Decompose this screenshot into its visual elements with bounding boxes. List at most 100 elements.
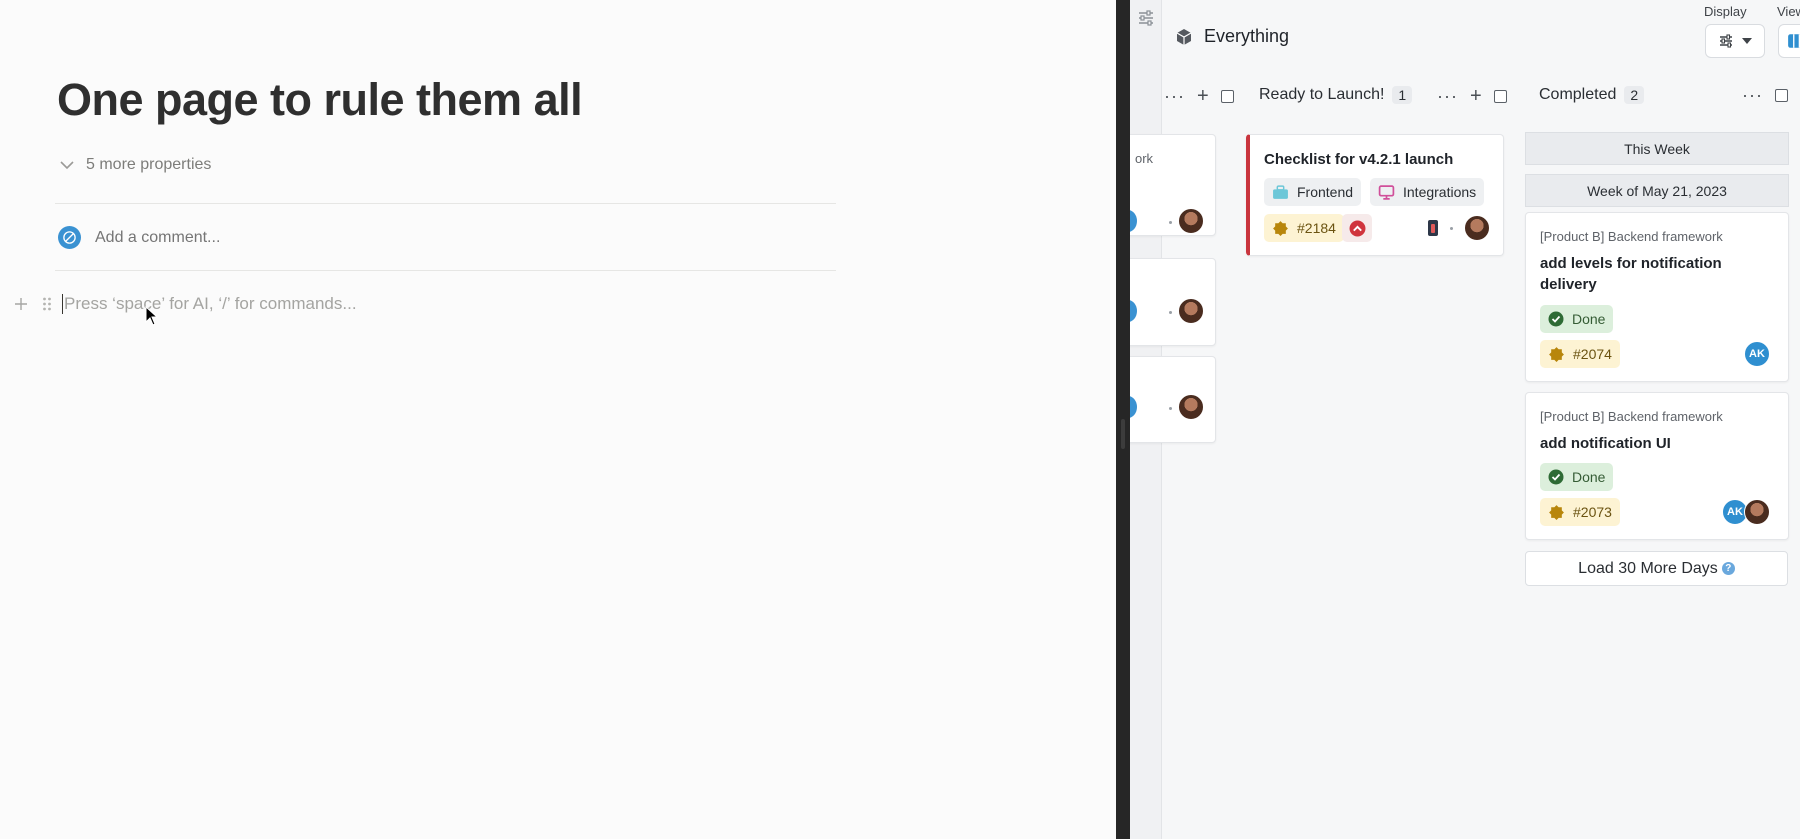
avatar (1464, 215, 1490, 241)
board-title: Everything (1174, 26, 1289, 47)
priority-badge[interactable] (1342, 214, 1372, 242)
issue-number: #2074 (1573, 346, 1612, 362)
completed-column-actions: ··· (1742, 86, 1788, 104)
display-button[interactable] (1705, 24, 1765, 58)
avatar (1744, 499, 1770, 525)
issue-number: #2073 (1573, 504, 1612, 520)
card-project: [Product B] Backend framework (1540, 229, 1723, 244)
avatar: AK (1744, 341, 1770, 367)
board-panel: Everything Display View ··· + Ready to L… (1130, 0, 1800, 839)
sliders-icon (1720, 34, 1732, 48)
status-badge[interactable]: Done (1540, 305, 1614, 333)
resize-handle[interactable] (1121, 419, 1125, 449)
add-block-icon[interactable] (10, 292, 32, 316)
card-title: add notification UI (1540, 435, 1671, 452)
chevron-down-icon (60, 161, 74, 170)
group-header-this-week[interactable]: This Week (1525, 132, 1789, 165)
avatar (58, 226, 81, 249)
tag-label: Frontend (1297, 184, 1354, 200)
more-icon[interactable]: ··· (1742, 86, 1763, 104)
card-notification-ui[interactable]: [Product B] Backend framework add notifi… (1525, 392, 1789, 540)
view-button[interactable] (1778, 24, 1800, 58)
drag-handle-icon[interactable] (38, 292, 56, 316)
load-more-button[interactable]: Load 30 More Days ? (1525, 551, 1788, 586)
check-circle-icon (1548, 311, 1564, 327)
column-count: 2 (1624, 86, 1645, 104)
avatar (1130, 300, 1137, 322)
issue-badge[interactable]: #2184 (1264, 214, 1344, 242)
partial-card[interactable] (1130, 258, 1216, 346)
tag-frontend[interactable]: Frontend (1264, 178, 1362, 206)
divider (55, 203, 836, 204)
page-editor: One page to rule them all 5 more propert… (0, 0, 1116, 839)
board-title-text: Everything (1204, 26, 1290, 46)
separator-dot (1169, 221, 1172, 224)
device-icon (1428, 220, 1438, 236)
more-icon[interactable]: ··· (1437, 87, 1458, 105)
display-label: Display (1704, 4, 1747, 19)
user-avatar-icon (63, 231, 76, 244)
column-count: 1 (1392, 86, 1413, 104)
more-properties-toggle[interactable]: 5 more properties (58, 156, 211, 174)
help-icon[interactable]: ? (1721, 562, 1735, 575)
empty-block: Press ‘space’ for AI, ‘/’ for commands..… (10, 292, 357, 316)
tag-integrations[interactable]: Integrations (1370, 178, 1485, 206)
view-label: View (1777, 4, 1800, 19)
caret-down-icon (1742, 38, 1752, 44)
avatar (1130, 210, 1137, 232)
page-title[interactable]: One page to rule them all (57, 74, 583, 126)
tag-label: Integrations (1403, 184, 1477, 200)
column-header-ready: Ready to Launch! 1 (1259, 86, 1413, 104)
avatar (1178, 208, 1204, 234)
card-title: add levels for notification delivery (1540, 255, 1722, 293)
issue-badge[interactable]: #2073 (1540, 498, 1620, 526)
block-input[interactable]: Press ‘space’ for AI, ‘/’ for commands..… (62, 294, 357, 314)
separator-dot (1169, 311, 1172, 314)
column-title: Completed (1539, 86, 1617, 103)
select-column-checkbox[interactable] (1774, 88, 1788, 102)
card-fragment-text: ork (1135, 151, 1154, 166)
priority-up-icon (1349, 220, 1365, 236)
card-title: Checklist for v4.2.1 launch (1264, 151, 1454, 168)
status-label: Done (1572, 311, 1606, 327)
add-card-icon[interactable]: + (1470, 86, 1482, 106)
status-label: Done (1572, 469, 1606, 485)
ready-column-actions: ··· + (1437, 86, 1507, 106)
board-view-icon (1788, 34, 1800, 48)
separator-dot (1169, 407, 1172, 410)
filter-sliders-icon[interactable] (1136, 8, 1156, 28)
load-more-label: Load 30 More Days (1578, 559, 1718, 577)
group-header-week-of[interactable]: Week of May 21, 2023 (1525, 174, 1789, 207)
monitor-icon (1378, 184, 1395, 200)
status-badge[interactable]: Done (1540, 463, 1614, 491)
partial-card[interactable]: ork (1130, 134, 1216, 236)
cube-icon (1176, 28, 1192, 45)
card-checklist[interactable]: Checklist for v4.2.1 launch Frontend Int… (1246, 134, 1504, 256)
more-icon[interactable]: ··· (1164, 87, 1185, 105)
avatar (1130, 396, 1137, 418)
check-circle-icon (1548, 469, 1564, 485)
gear-badge-icon (1549, 504, 1564, 520)
gear-badge-icon (1273, 220, 1288, 236)
add-card-icon[interactable]: + (1197, 86, 1209, 106)
card-project: [Product B] Backend framework (1540, 409, 1723, 424)
separator-dot (1450, 227, 1453, 230)
comment-row (58, 226, 495, 249)
select-column-checkbox[interactable] (1220, 89, 1234, 103)
divider (55, 270, 836, 271)
briefcase-icon (1273, 184, 1288, 199)
issue-badge[interactable]: #2074 (1540, 340, 1620, 368)
more-properties-label: 5 more properties (86, 156, 212, 173)
select-column-checkbox[interactable] (1493, 89, 1507, 103)
avatar (1178, 298, 1204, 324)
mouse-pointer-icon (145, 306, 159, 326)
card-notification-delivery[interactable]: [Product B] Backend framework add levels… (1525, 212, 1789, 382)
app-window: One page to rule them all 5 more propert… (0, 0, 1800, 839)
partial-card[interactable] (1130, 356, 1216, 443)
column-title: Ready to Launch! (1259, 86, 1385, 103)
gear-badge-icon (1549, 346, 1564, 362)
avatar (1178, 394, 1204, 420)
partial-column-actions: ··· + (1164, 86, 1234, 106)
comment-input[interactable] (95, 228, 495, 247)
issue-number: #2184 (1297, 220, 1336, 236)
